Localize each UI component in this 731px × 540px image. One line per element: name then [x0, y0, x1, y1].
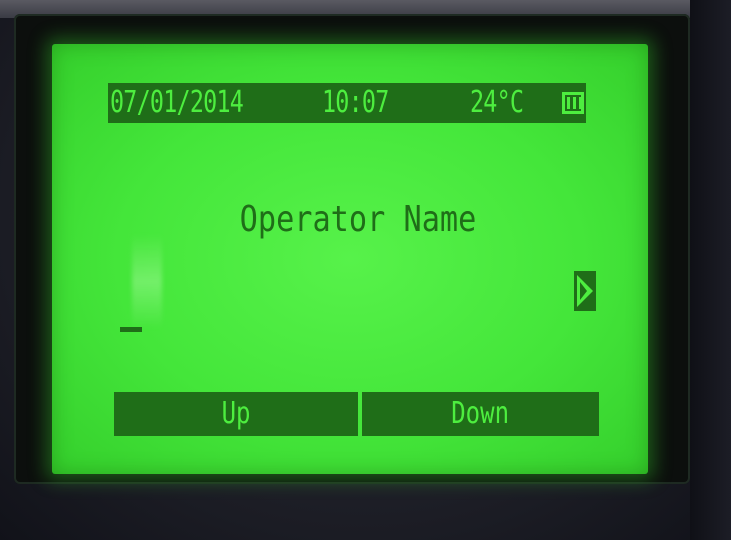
status-date: 07/01/2014 [110, 85, 244, 120]
status-temperature: 24°C [470, 85, 524, 120]
operator-name-input-cursor[interactable] [120, 327, 142, 332]
status-time: 10:07 [322, 85, 389, 120]
chevron-right-icon[interactable] [574, 271, 596, 311]
screen-title: Operator Name [239, 199, 477, 240]
screen-bezel: 07/01/2014 10:07 24°C Operator Name Up D… [14, 14, 690, 484]
battery-icon [562, 92, 584, 114]
down-softkey[interactable]: Down [362, 392, 599, 436]
device-side [690, 0, 731, 540]
lcd-screen: 07/01/2014 10:07 24°C Operator Name Up D… [52, 44, 648, 474]
device-housing: 07/01/2014 10:07 24°C Operator Name Up D… [0, 0, 731, 540]
up-softkey-label: Up [221, 396, 251, 431]
glare-reflection [132, 234, 162, 329]
down-softkey-label: Down [451, 396, 510, 431]
status-bar: 07/01/2014 10:07 24°C [108, 83, 586, 123]
up-softkey[interactable]: Up [114, 392, 358, 436]
